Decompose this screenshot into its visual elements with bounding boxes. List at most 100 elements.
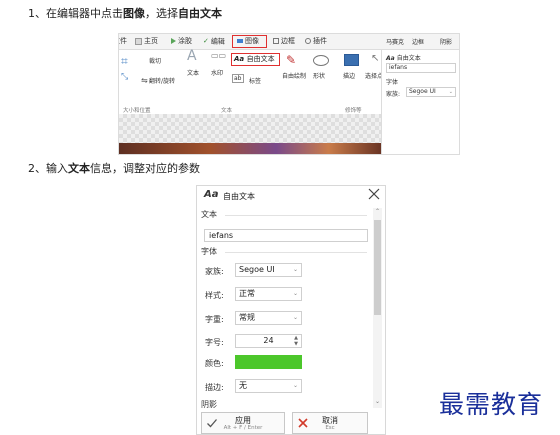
weight-select[interactable]: 常规 ⌄: [235, 311, 302, 325]
tab-file[interactable]: 文件: [119, 34, 127, 49]
free-text-icon: Aa: [204, 189, 219, 200]
canvas-image-preview: [119, 114, 381, 154]
side-family-value: Segoe UI: [409, 88, 436, 95]
text-input[interactable]: [204, 229, 368, 242]
scroll-thumb[interactable]: [374, 220, 381, 315]
plugin-icon: [305, 38, 311, 44]
style-label: 样式:: [205, 291, 224, 300]
check-icon: ✓: [203, 37, 209, 45]
tab-paint-label: 涂胶: [178, 37, 192, 45]
close-icon[interactable]: [368, 188, 380, 200]
step-1-instruction: 1、在编辑器中点击图像，选择自由文本: [28, 5, 222, 21]
tab-edit-label: 编辑: [210, 37, 225, 46]
family-select[interactable]: Segoe UI ⌄: [235, 263, 302, 277]
side-family-select[interactable]: Segoe UI ⌄: [406, 87, 456, 97]
shadow-button[interactable]: 阴影: [440, 37, 452, 46]
tab-border-label: 边框: [281, 37, 295, 45]
step-2-rest: 信息，调整对应的参数: [90, 162, 200, 175]
watermark-icon[interactable]: ▭▭: [211, 51, 226, 60]
cursor-icon[interactable]: ↖: [371, 53, 379, 64]
panel-title-bar: Aa 自由文本: [197, 186, 385, 206]
chevron-down-icon: ⌄: [292, 290, 298, 297]
image-strip: [119, 143, 381, 154]
chevron-down-icon: ⌄: [448, 89, 453, 95]
side-font-section: 字体: [386, 79, 399, 86]
side-text-input[interactable]: iefans: [386, 63, 456, 73]
divider: [225, 215, 367, 216]
flip-rotate-button[interactable]: 翻转/旋转: [149, 76, 175, 85]
free-text-panel: Aa 自由文本 文本 字体 家族: Segoe UI ⌄ 样式: 正常 ⌄ 字重…: [196, 185, 386, 435]
step-2-instruction: 2、输入文本信息，调整对应的参数: [28, 160, 200, 176]
shapes-button[interactable]: 形状: [313, 71, 325, 80]
step-2-prefix: 2、输入: [28, 162, 68, 175]
text-section-label: 文本: [201, 210, 217, 219]
stroke-icon[interactable]: [344, 54, 359, 66]
scrollbar[interactable]: ⌃ ⌄: [373, 208, 382, 408]
crop-button[interactable]: 裁切: [149, 56, 161, 65]
free-text-button[interactable]: Aa 自由文本: [231, 53, 280, 66]
text-tool-icon[interactable]: A: [187, 48, 197, 64]
tab-paint[interactable]: 涂胶: [171, 34, 192, 49]
stroke-button[interactable]: 描边: [343, 71, 355, 80]
crop-icon[interactable]: ⌗: [121, 54, 128, 69]
scroll-up-icon[interactable]: ⌃: [373, 208, 382, 215]
apply-button[interactable]: 应用 Alt + F / Enter: [201, 412, 285, 434]
stroke-select[interactable]: 无 ⌄: [235, 379, 302, 393]
tag-icon[interactable]: ab: [232, 74, 244, 83]
chevron-down-icon: ⌄: [292, 266, 298, 273]
draw-icon[interactable]: ✎: [286, 53, 296, 67]
free-text-label: 自由文本: [246, 55, 275, 63]
free-draw-button[interactable]: 自由绘制: [282, 71, 306, 80]
ellipse-icon[interactable]: [313, 55, 329, 66]
resize-icon[interactable]: ⤡: [121, 72, 128, 82]
border-icon: [273, 38, 279, 44]
step-1-prefix: 1、在编辑器中点击: [28, 7, 123, 20]
step-1-bold-freetext: 自由文本: [178, 7, 222, 20]
side-panel-preview: 马赛克 边框 阴影 Aa 自由文本 iefans 字体 家族: Segoe UI…: [381, 39, 459, 154]
chevron-down-icon: ⌄: [292, 382, 298, 389]
group-text: 文本: [221, 108, 233, 114]
cancel-shortcut: Esc: [325, 425, 335, 431]
group-size-position: 大小和位置: [123, 108, 151, 114]
tab-edit[interactable]: ✓ 编辑: [203, 34, 225, 50]
family-value: Segoe UI: [239, 265, 275, 274]
text-button[interactable]: 文本: [187, 68, 199, 77]
tab-plugins[interactable]: 插件: [305, 34, 327, 49]
side-title-icon: Aa: [386, 55, 397, 62]
stroke-value: 无: [239, 381, 247, 390]
tab-border[interactable]: 边框: [273, 34, 295, 49]
home-icon: [135, 37, 142, 45]
ribbon-tools: ⌗ 裁切 ⤡ ⇋ 翻转/旋转 A 文本 ▭▭ 水印 Aa 自由文本 ab 标签 …: [119, 48, 389, 114]
font-section-label: 字体: [201, 247, 217, 256]
color-swatch[interactable]: [235, 355, 302, 369]
size-label: 字号:: [205, 338, 224, 347]
color-label: 颜色:: [205, 359, 224, 368]
scroll-down-icon[interactable]: ⌄: [373, 398, 382, 405]
watermark-button[interactable]: 水印: [211, 68, 223, 77]
flip-icon[interactable]: ⇋: [141, 76, 148, 85]
step-2-bold-text: 文本: [68, 162, 90, 175]
weight-value: 常规: [239, 313, 255, 322]
step-1-middle: ，选择: [145, 7, 178, 20]
spin-arrows-icon[interactable]: ▲ ▼: [294, 335, 298, 347]
side-title: Aa 自由文本: [386, 53, 421, 62]
size-stepper[interactable]: 24 ▲ ▼: [235, 334, 302, 348]
border-button[interactable]: 边框: [412, 37, 424, 46]
step-1-bold-image: 图像: [123, 7, 145, 20]
mosaic-button[interactable]: 马赛克: [386, 37, 404, 46]
site-watermark: 最需教育: [439, 390, 544, 419]
style-select[interactable]: 正常 ⌄: [235, 287, 302, 301]
tag-button[interactable]: 标签: [249, 76, 261, 85]
panel-title: 自由文本: [223, 192, 255, 201]
tab-home[interactable]: 主页: [135, 34, 158, 49]
apply-shortcut: Alt + F / Enter: [223, 425, 263, 431]
ribbon-screenshot: 文件 主页 涂胶 ✓编辑 图像 边框 插件 ⌗ 裁切 ⤡ ⇋ 翻转/旋转 A 文…: [118, 33, 460, 155]
group-decorate: 修饰等: [345, 108, 362, 114]
cancel-button[interactable]: 取消 Esc: [292, 412, 368, 434]
play-icon: [171, 38, 176, 44]
free-text-icon: Aa: [234, 55, 247, 63]
tab-home-label: 主页: [144, 37, 158, 45]
family-label: 家族:: [205, 267, 224, 276]
side-title-label: 自由文本: [396, 55, 421, 62]
weight-label: 字重:: [205, 315, 224, 324]
